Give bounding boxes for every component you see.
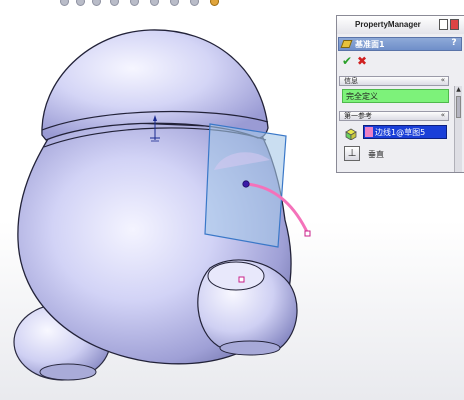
panel-title: PropertyManager — [355, 20, 421, 29]
message-section-header[interactable]: 信息 « — [339, 76, 449, 86]
feature-header: 基准面1 ? — [338, 37, 462, 51]
perpendicular-icon: ⊥ — [347, 148, 357, 159]
sketch-point — [238, 276, 245, 283]
flag-icon[interactable] — [450, 19, 459, 30]
help-button[interactable]: ? — [448, 38, 460, 50]
collapse-icon[interactable]: « — [441, 76, 445, 84]
sketch-end-point — [304, 230, 311, 237]
first-reference-section-header[interactable]: 第一参考 « — [339, 111, 449, 121]
pin-icon[interactable] — [439, 19, 448, 30]
feature-name: 基准面1 — [355, 40, 385, 49]
first-reference-selection[interactable]: 边线1@草图5 — [363, 125, 447, 139]
section-title: 信息 — [344, 77, 358, 85]
panel-scrollbar[interactable]: ▲ — [454, 86, 462, 172]
cancel-button[interactable]: ✖ — [357, 54, 367, 68]
sketch-start-point — [242, 180, 250, 188]
section-title: 第一参考 — [344, 112, 372, 120]
collapse-icon[interactable]: « — [441, 111, 445, 119]
ok-button[interactable]: ✔ — [342, 54, 352, 68]
property-manager-titlebar: PropertyManager — [337, 16, 464, 34]
status-text: 完全定义 — [346, 92, 378, 101]
selection-text: 边线1@草图5 — [375, 128, 426, 137]
property-manager-panel: PropertyManager 基准面1 ? ✔ ✖ 信息 « 完全定义 第一参… — [336, 15, 464, 173]
perpendicular-button[interactable]: ⊥ — [344, 146, 360, 161]
selection-color-swatch — [365, 127, 373, 137]
plane-icon — [340, 40, 353, 48]
scroll-thumb[interactable] — [456, 96, 461, 118]
constraint-label: 垂直 — [368, 150, 384, 159]
status-message: 完全定义 — [342, 89, 449, 103]
panel-tab-icons — [439, 19, 461, 31]
scroll-up-arrow-icon[interactable]: ▲ — [455, 86, 462, 94]
cube-reference-icon — [345, 128, 357, 140]
